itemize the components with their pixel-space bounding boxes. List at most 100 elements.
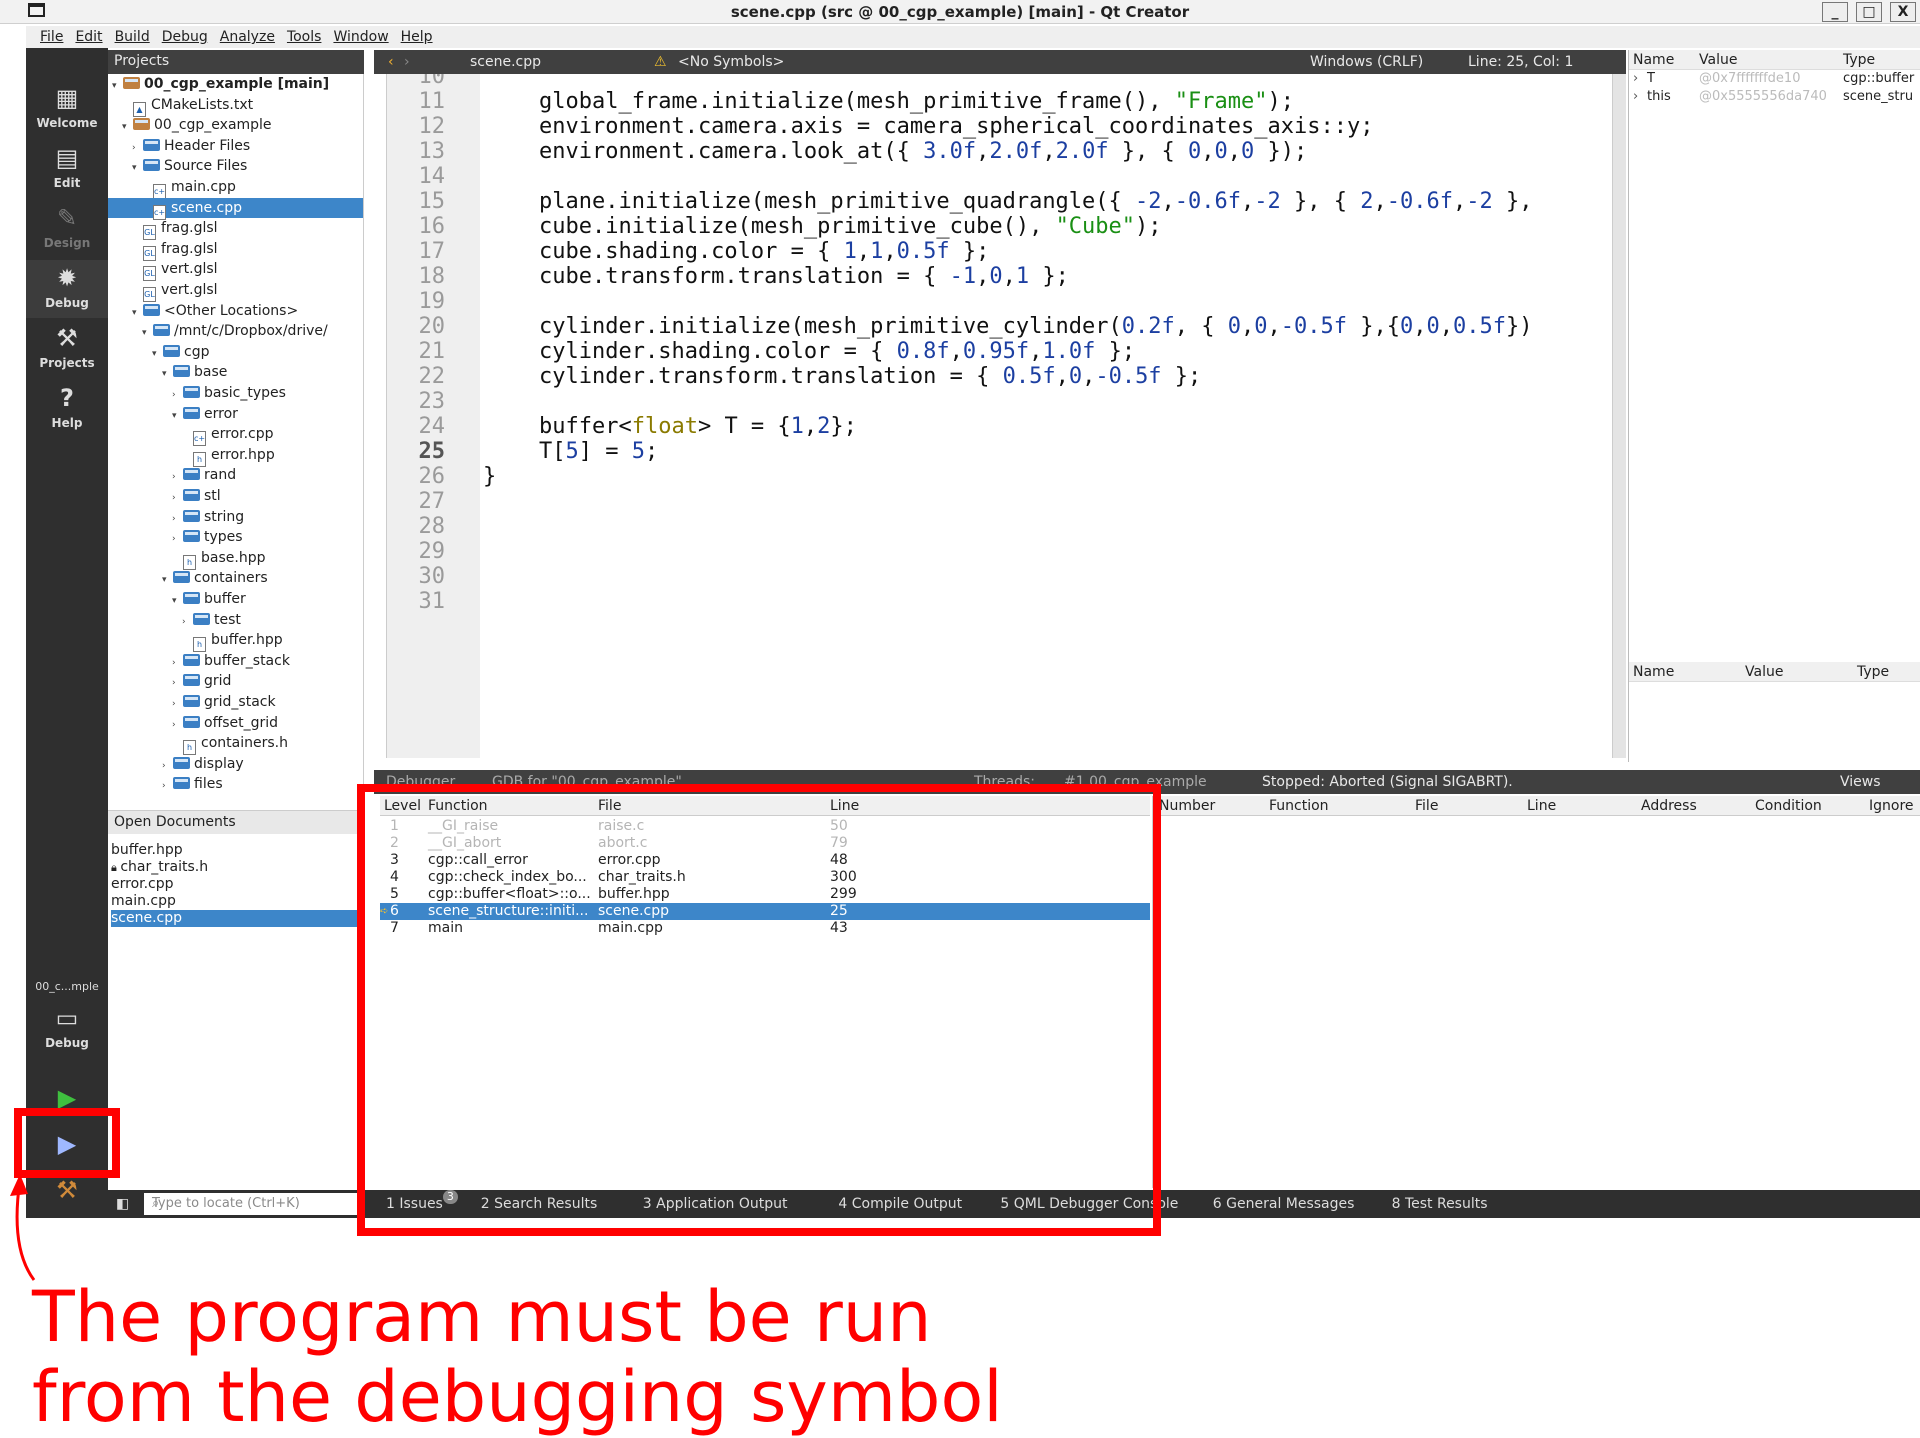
tree-item[interactable]: ▾ buffer [172, 589, 246, 609]
open-document-item[interactable]: error.cpp [111, 876, 363, 893]
symbols-selector[interactable]: <No Symbols> [678, 50, 784, 74]
code-line[interactable]: T[5] = 5; [539, 439, 658, 464]
line-number[interactable]: 19 [387, 289, 446, 314]
expand-arrow-icon[interactable]: › [162, 756, 173, 776]
tree-item[interactable]: h containers.h [172, 733, 288, 756]
tree-item[interactable]: GL frag.glsl [132, 218, 218, 241]
expand-arrow-icon[interactable]: › [172, 715, 183, 735]
bp-col-ignore[interactable]: Ignore [1869, 796, 1914, 816]
expr-col-type[interactable]: Type [1857, 662, 1889, 682]
line-number[interactable]: 30 [387, 564, 446, 589]
minimize-button[interactable]: _ [1822, 2, 1848, 22]
line-number[interactable]: 28 [387, 514, 446, 539]
expand-arrow-icon[interactable]: › [182, 612, 193, 632]
tree-item[interactable]: › grid [172, 671, 231, 691]
tree-item[interactable]: ▾ cgp [152, 342, 209, 362]
line-number[interactable]: 10 [387, 74, 446, 89]
tree-item[interactable]: › files [162, 774, 223, 790]
line-number[interactable]: 31 [387, 589, 446, 614]
tree-item[interactable]: h buffer.hpp [182, 630, 283, 653]
bp-col-condition[interactable]: Condition [1755, 796, 1822, 816]
close-button[interactable]: X [1890, 2, 1916, 22]
open-document-item[interactable]: main.cpp [111, 893, 363, 910]
tree-item[interactable]: c+ scene.cpp [108, 197, 363, 220]
bp-col-file[interactable]: File [1415, 796, 1438, 816]
tree-item[interactable]: › display [162, 754, 244, 774]
code-line[interactable]: plane.initialize(mesh_primitive_quadrang… [539, 189, 1532, 214]
tree-item[interactable]: › basic_types [172, 383, 286, 403]
expand-arrow-icon[interactable]: › [172, 653, 183, 673]
current-file-selector[interactable]: scene.cpp [470, 50, 541, 74]
menu-analyze[interactable]: Analyze [215, 26, 282, 48]
mode-debug[interactable]: ✹ Debug [26, 260, 108, 318]
tree-item[interactable]: h base.hpp [172, 548, 265, 570]
tree-item[interactable]: c+ main.cpp [142, 177, 236, 199]
bp-col-number[interactable]: Number [1159, 796, 1215, 816]
open-document-item[interactable]: scene.cpp [111, 910, 363, 927]
code-line[interactable]: buffer<float> T = {1,2}; [539, 414, 857, 439]
bp-col-function[interactable]: Function [1269, 796, 1329, 816]
line-number[interactable]: 25 [387, 439, 446, 464]
expand-arrow-icon[interactable]: ▾ [132, 303, 143, 323]
line-number[interactable]: 27 [387, 489, 446, 514]
mode-edit[interactable]: ▤ Edit [26, 144, 108, 190]
tree-item[interactable]: ▾ 00_cgp_example [122, 115, 272, 135]
expr-col-value[interactable]: Value [1745, 662, 1783, 682]
views-menu[interactable]: Views [1840, 770, 1881, 794]
expand-arrow-icon[interactable]: › [172, 694, 183, 714]
code-line[interactable]: cylinder.initialize(mesh_primitive_cylin… [539, 314, 1532, 339]
line-number[interactable]: 21 [387, 339, 446, 364]
menu-tools[interactable]: Tools [282, 26, 329, 48]
expand-arrow-icon[interactable]: ▾ [162, 570, 173, 590]
menu-window[interactable]: Window [328, 26, 395, 48]
expand-arrow-icon[interactable]: › [1633, 88, 1638, 106]
code-line[interactable]: cylinder.shading.color = { 0.8f,0.95f,1.… [539, 339, 1135, 364]
code-line[interactable]: cube.shading.color = { 1,1,0.5f }; [539, 239, 989, 264]
tree-item[interactable]: ▾ <Other Locations> [132, 301, 298, 321]
menu-file[interactable]: File [26, 26, 70, 48]
code-line[interactable]: environment.camera.axis = camera_spheric… [539, 114, 1373, 139]
locator-input[interactable]: ⌕ Type to locate (Ctrl+K) [144, 1193, 360, 1215]
locals-col-type[interactable]: Type [1843, 50, 1875, 70]
expand-arrow-icon[interactable]: › [172, 509, 183, 529]
tree-item[interactable]: › buffer_stack [172, 651, 290, 671]
line-number-gutter[interactable]: 10111213141516171819202122232425➪2627282… [387, 74, 480, 758]
tree-item[interactable]: ▾ /mnt/c/Dropbox/drive/ [142, 321, 328, 341]
line-number[interactable]: 12 [387, 114, 446, 139]
expand-arrow-icon[interactable]: › [172, 467, 183, 487]
open-document-item[interactable]: 🔒︎ char_traits.h [111, 859, 363, 876]
open-documents-header[interactable]: Open Documents [108, 810, 364, 834]
expand-arrow-icon[interactable]: ▾ [162, 364, 173, 384]
locals-row[interactable]: › T @0x7fffffffde10 cgp::buffer [1629, 70, 1920, 88]
menu-help[interactable]: Help [396, 26, 440, 48]
expand-arrow-icon[interactable]: › [172, 385, 183, 405]
line-number[interactable]: 18 [387, 264, 446, 289]
expand-arrow-icon[interactable]: › [172, 529, 183, 549]
code-line[interactable]: cube.initialize(mesh_primitive_cube(), "… [539, 214, 1162, 239]
tree-item[interactable]: › offset_grid [172, 713, 278, 733]
editor-vertical-scrollbar[interactable] [1612, 74, 1626, 758]
expand-arrow-icon[interactable]: ▾ [142, 323, 153, 343]
expand-arrow-icon[interactable]: › [162, 776, 173, 790]
mode-help[interactable]: ? Help [26, 384, 108, 430]
expand-arrow-icon[interactable]: ▾ [152, 344, 163, 364]
line-number[interactable]: 22 [387, 364, 446, 389]
expand-arrow-icon[interactable]: › [172, 673, 183, 693]
kit-selector[interactable]: ▭ Debug [26, 1004, 108, 1050]
line-number[interactable]: 11 [387, 89, 446, 114]
output-tab[interactable]: 8 Test Results [1392, 1190, 1488, 1218]
line-number[interactable]: 20 [387, 314, 446, 339]
line-ending-selector[interactable]: Windows (CRLF) [1310, 50, 1423, 74]
line-number[interactable]: 17 [387, 239, 446, 264]
tree-item[interactable]: ▲ CMakeLists.txt [122, 95, 253, 117]
expand-arrow-icon[interactable]: › [1633, 70, 1638, 88]
code-line[interactable]: global_frame.initialize(mesh_primitive_f… [539, 89, 1294, 114]
code-line[interactable]: cube.transform.translation = { -1,0,1 }; [539, 264, 1069, 289]
code-line[interactable]: } [483, 464, 496, 489]
tree-item[interactable]: › test [182, 610, 241, 630]
mode-projects[interactable]: ⚒ Projects [26, 324, 108, 370]
line-number[interactable]: 26 [387, 464, 446, 489]
tree-item[interactable]: ▾ containers [162, 568, 268, 588]
bp-col-address[interactable]: Address [1641, 796, 1697, 816]
expr-col-name[interactable]: Name [1633, 662, 1674, 682]
